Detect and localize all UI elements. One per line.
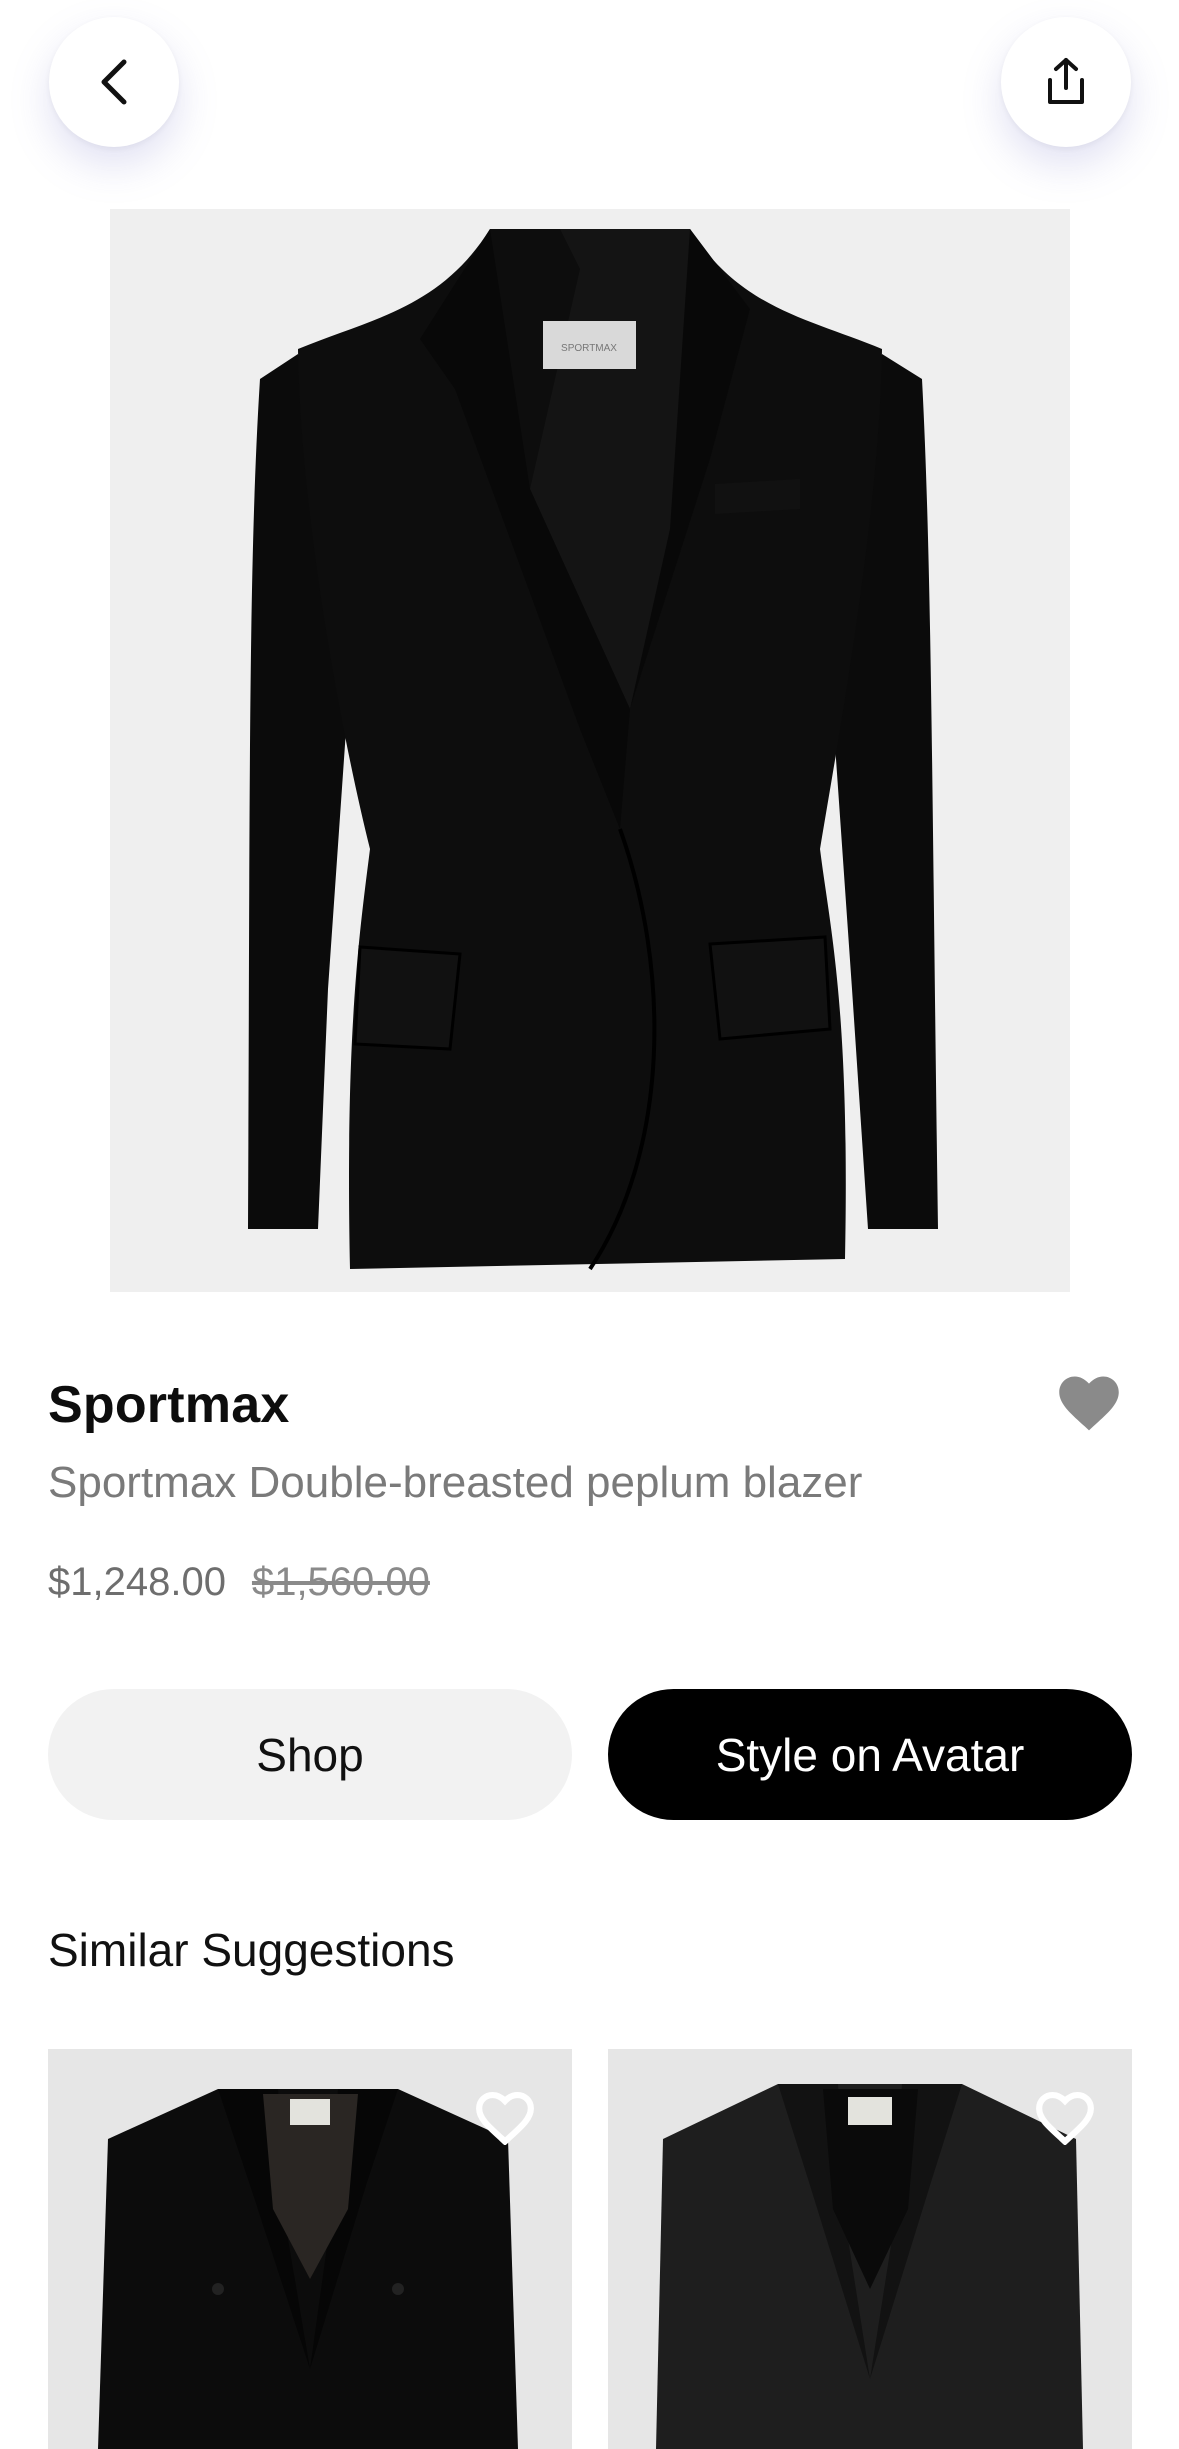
suggestion-card[interactable] bbox=[48, 2049, 572, 2449]
heart-outline-icon[interactable] bbox=[474, 2089, 536, 2145]
shop-button[interactable]: Shop bbox=[48, 1689, 572, 1820]
share-icon bbox=[1048, 58, 1084, 104]
back-button[interactable] bbox=[49, 17, 179, 147]
original-price: $1,560.00 bbox=[251, 1560, 430, 1604]
product-image[interactable]: SPORTMAX bbox=[110, 209, 1070, 1292]
share-button[interactable] bbox=[1001, 17, 1131, 147]
style-on-avatar-button[interactable]: Style on Avatar bbox=[608, 1689, 1132, 1820]
section-title: Similar Suggestions bbox=[48, 1924, 455, 1976]
product-title: Sportmax Double-breasted peplum blazer bbox=[48, 1458, 863, 1507]
sale-price: $1,248.00 bbox=[48, 1560, 226, 1604]
garment-label-text: SPORTMAX bbox=[561, 343, 617, 354]
brand-name: Sportmax bbox=[48, 1376, 290, 1434]
price-row: $1,248.00 $1,560.00 bbox=[48, 1560, 430, 1605]
heart-outline-icon[interactable] bbox=[1034, 2089, 1096, 2145]
heart-icon[interactable] bbox=[1055, 1372, 1123, 1432]
suggestion-card[interactable] bbox=[608, 2049, 1132, 2449]
chevron-left-icon bbox=[101, 59, 127, 105]
